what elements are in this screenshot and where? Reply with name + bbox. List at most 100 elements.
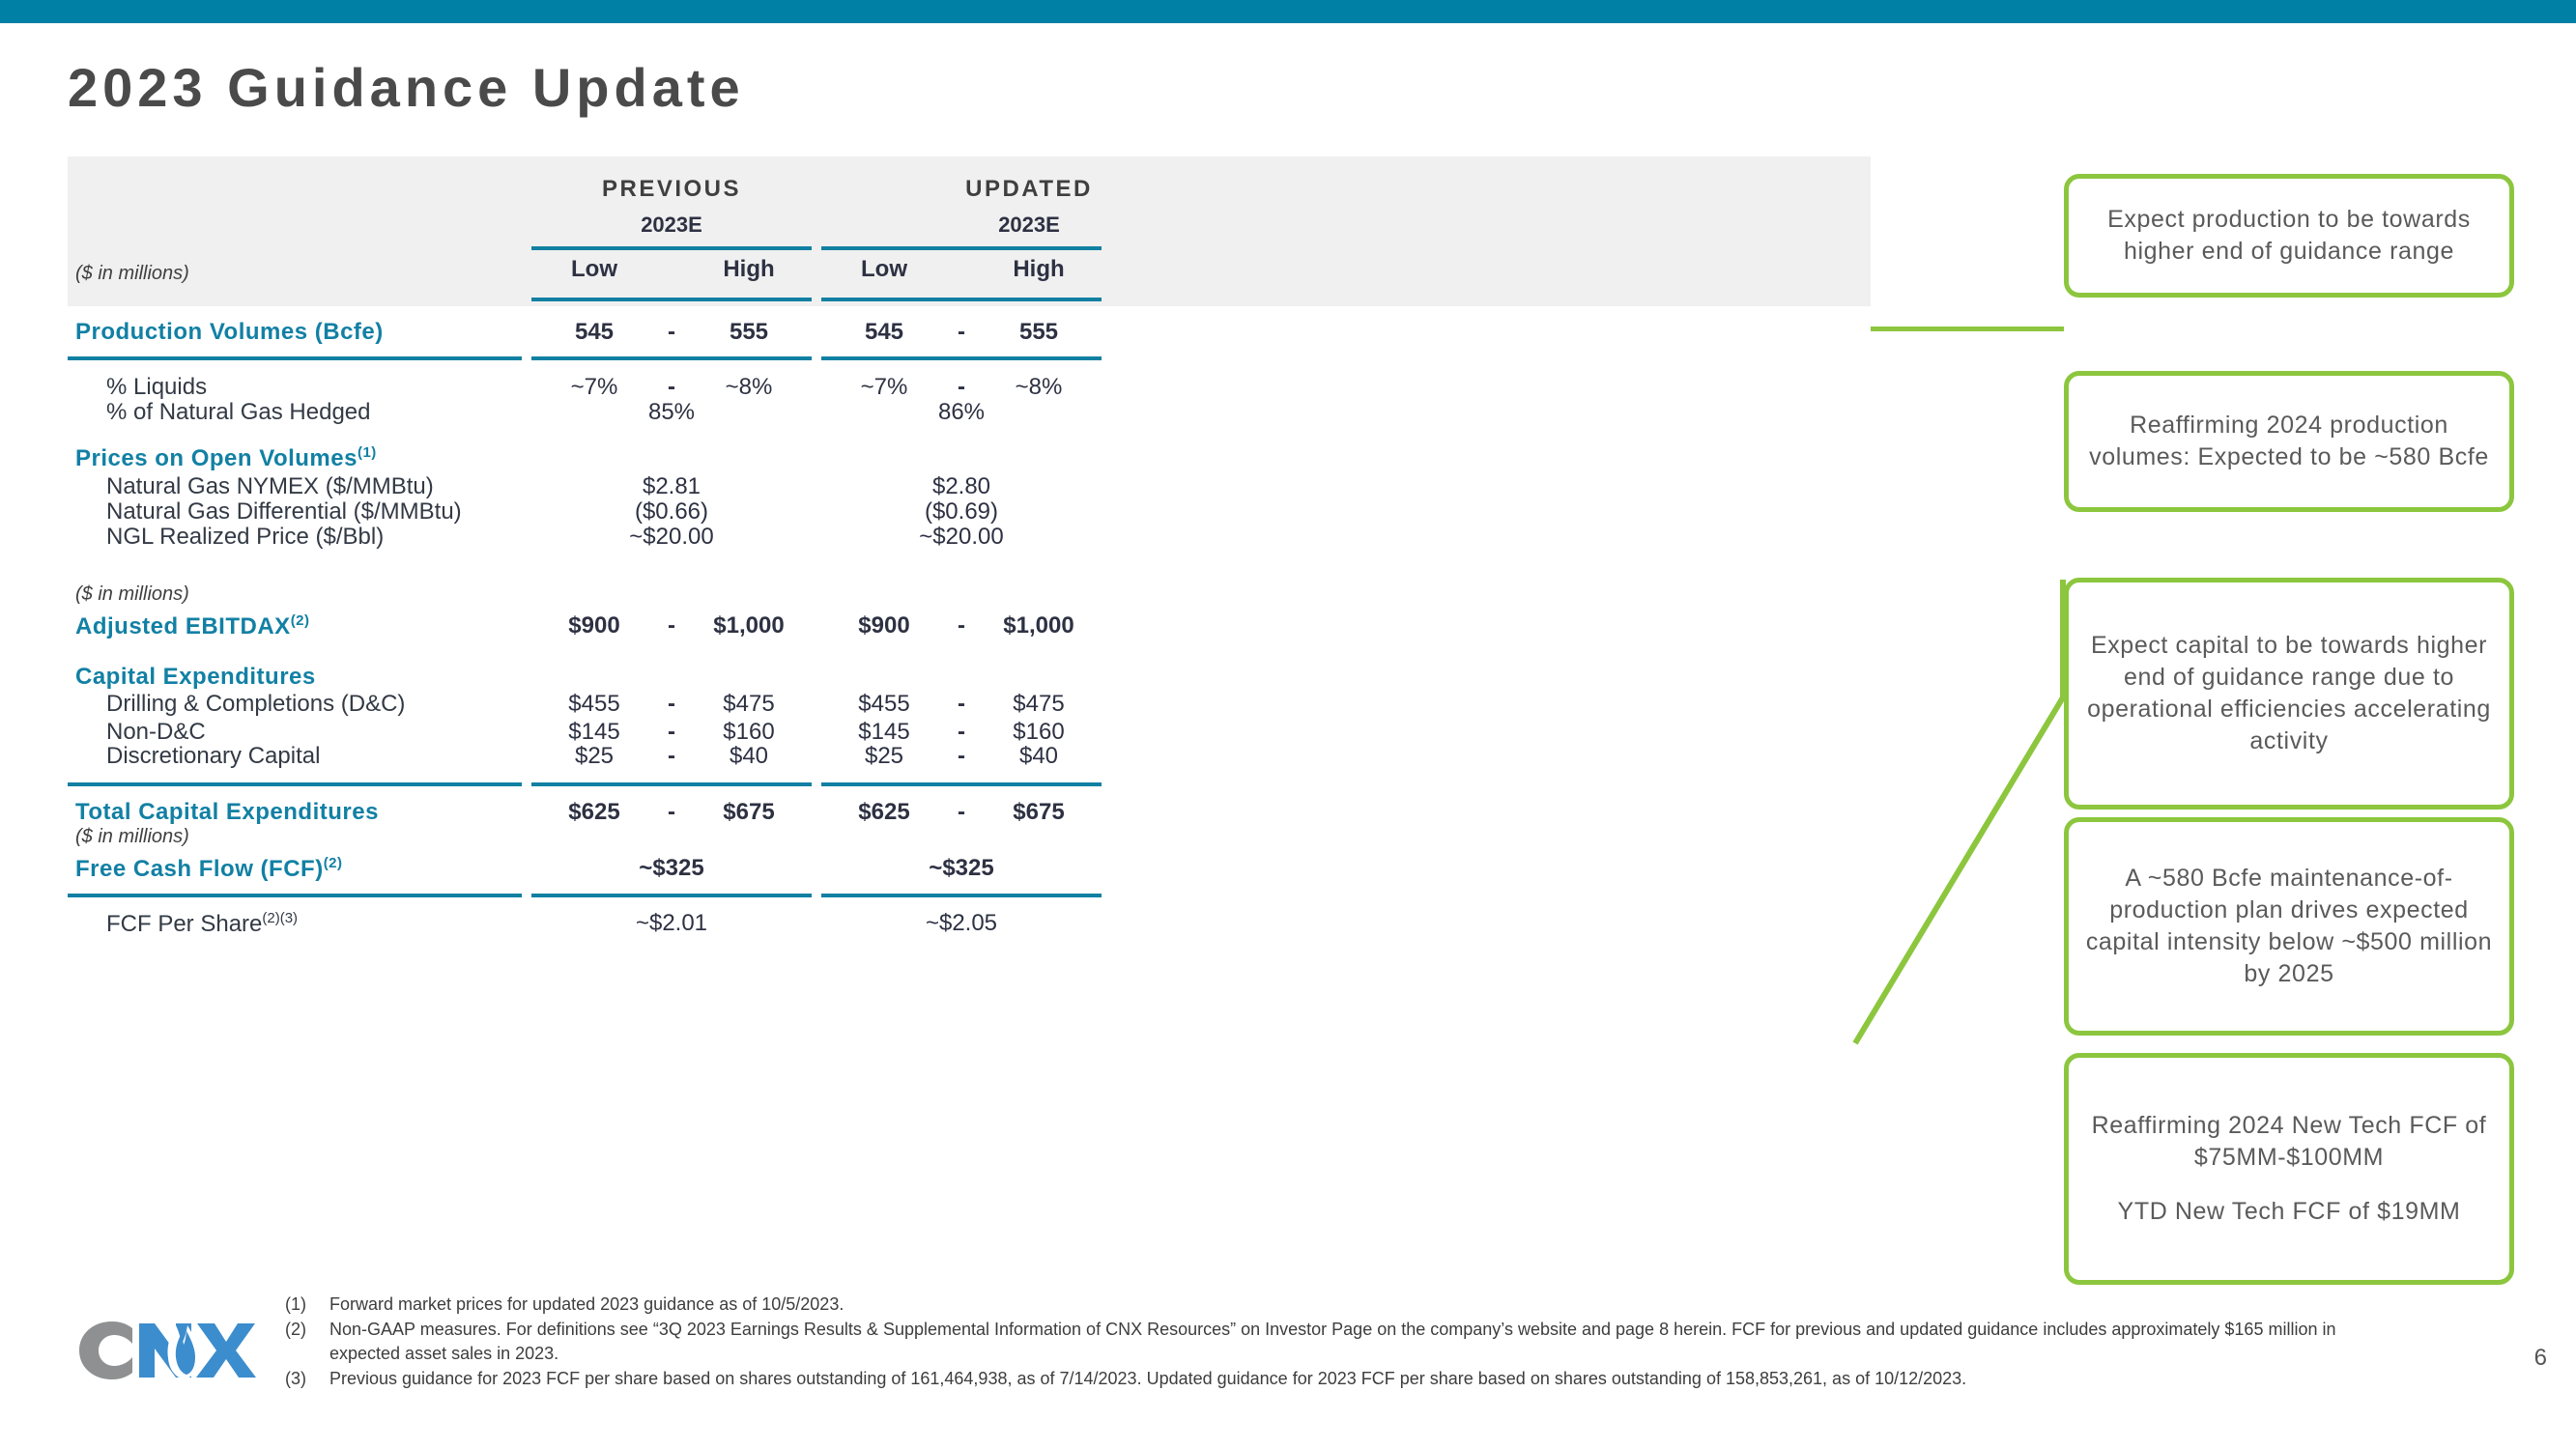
- dash-nondc-upd: -: [958, 719, 965, 745]
- cell-hedged-prev: 85%: [647, 399, 696, 425]
- cell-ebitdax-upd-low: $900: [858, 612, 910, 639]
- cell-dc-prev-low: $455: [568, 691, 620, 717]
- footnote-number: (2): [285, 1319, 306, 1339]
- footnote-3: (3) Previous guidance for 2023 FCF per s…: [285, 1367, 2391, 1392]
- callout-2024-production-volumes: Reaffirming 2024 production volumes: Exp…: [2064, 371, 2514, 512]
- footnote-1: (1) Forward market prices for updated 20…: [285, 1293, 2391, 1318]
- cell-liquids-prev-high: ~8%: [725, 374, 773, 400]
- dash-totalcapex-prev: -: [668, 799, 675, 825]
- cell-prod-upd-low: 545: [864, 319, 904, 345]
- cell-disc-upd-low: $25: [864, 743, 904, 769]
- cell-ebitdax-upd-high: $1,000: [1003, 612, 1074, 639]
- cell-totalcapex-prev-high: $675: [723, 799, 775, 825]
- column-header-upd-low: Low: [861, 256, 907, 282]
- cell-totalcapex-upd-high: $675: [1013, 799, 1065, 825]
- footnote-text: Previous guidance for 2023 FCF per share…: [329, 1368, 1967, 1388]
- dash-prod-upd: -: [958, 319, 965, 345]
- rule-under-year-previous: [531, 246, 812, 250]
- footnote-text: Non-GAAP measures. For definitions see “…: [329, 1319, 2336, 1364]
- footnote-ref-2a: (2): [290, 612, 310, 629]
- cell-ebitdax-prev-low: $900: [568, 612, 620, 639]
- row-label-fcf-per-share: FCF Per Share(2)(3): [106, 910, 299, 937]
- rule-total-capex-previous: [531, 782, 812, 786]
- callout-capital-intensity: A ~580 Bcfe maintenance-of-production pl…: [2064, 817, 2514, 1036]
- cell-fcf-prev: ~$325: [639, 855, 704, 881]
- group-year-previous: 2023E: [641, 213, 702, 237]
- connector-line-production: [1871, 327, 2064, 331]
- cell-nondc-prev-low: $145: [568, 719, 620, 745]
- callout-text: A ~580 Bcfe maintenance-of-production pl…: [2085, 864, 2493, 988]
- dash-totalcapex-upd: -: [958, 799, 965, 825]
- cell-nondc-upd-high: $160: [1013, 719, 1065, 745]
- cell-differential-prev: ($0.66): [634, 498, 709, 525]
- row-label-non-dc: Non-D&C: [106, 719, 206, 745]
- dash-nondc-prev: -: [668, 719, 675, 745]
- cell-fcfps-upd: ~$2.05: [925, 910, 998, 936]
- footnotes: (1) Forward market prices for updated 20…: [285, 1293, 2391, 1391]
- column-header-upd-high: High: [1013, 256, 1065, 282]
- rule-production-updated: [821, 356, 1102, 360]
- page-title: 2023 Guidance Update: [68, 57, 745, 118]
- rule-under-colhdr-updated: [821, 298, 1102, 301]
- cell-differential-upd: ($0.69): [924, 498, 999, 525]
- row-label-adjusted-ebitdax: Adjusted EBITDAX(2): [75, 612, 310, 639]
- group-year-updated: 2023E: [998, 213, 1060, 237]
- cell-nymex-prev: $2.81: [642, 473, 701, 499]
- dash-ebitdax-prev: -: [668, 612, 675, 639]
- group-header-updated: UPDATED: [965, 176, 1093, 202]
- rule-total-capex-label: [68, 782, 522, 786]
- callout-production-guidance: Expect production to be towards higher e…: [2064, 174, 2514, 298]
- callout-capital-guidance: Expect capital to be towards higher end …: [2064, 578, 2514, 810]
- logo-letter-c: [79, 1321, 132, 1379]
- cell-disc-upd-high: $40: [1018, 743, 1059, 769]
- row-label-total-capital-expenditures: Total Capital Expenditures: [75, 799, 379, 825]
- cell-totalcapex-prev-low: $625: [568, 799, 620, 825]
- callout-text-line2: YTD New Tech FCF of $19MM: [2117, 1197, 2461, 1225]
- connector-line-capital: [1852, 580, 2066, 1045]
- dash-disc-upd: -: [958, 743, 965, 769]
- cell-disc-prev-high: $40: [729, 743, 769, 769]
- units-label-1: ($ in millions): [75, 263, 189, 284]
- column-header-prev-low: Low: [571, 256, 617, 282]
- rule-production-previous: [531, 356, 812, 360]
- row-label-capital-expenditures: Capital Expenditures: [75, 664, 316, 690]
- dash-liquids-upd: -: [958, 374, 965, 400]
- row-label-drilling-completions: Drilling & Completions (D&C): [106, 691, 406, 717]
- cell-ngl-prev: ~$20.00: [629, 524, 714, 550]
- cell-liquids-upd-high: ~8%: [1015, 374, 1063, 400]
- callout-text: Reaffirming 2024 production volumes: Exp…: [2089, 411, 2489, 470]
- rule-fcf-label: [68, 894, 522, 897]
- footnote-ref-2b: (2): [323, 855, 343, 871]
- guidance-table: PREVIOUS UPDATED 2023E 2023E ($ in milli…: [68, 156, 1871, 1263]
- cell-totalcapex-upd-low: $625: [858, 799, 910, 825]
- rule-under-colhdr-previous: [531, 298, 812, 301]
- units-label-3: ($ in millions): [75, 826, 189, 847]
- callout-text: Expect production to be towards higher e…: [2107, 205, 2471, 265]
- dash-ebitdax-upd: -: [958, 612, 965, 639]
- cell-liquids-prev-low: ~7%: [570, 374, 618, 400]
- logo-letter-x: [196, 1323, 256, 1378]
- cell-dc-upd-high: $475: [1013, 691, 1065, 717]
- cell-fcfps-prev: ~$2.01: [635, 910, 708, 936]
- cell-ngl-upd: ~$20.00: [919, 524, 1004, 550]
- callout-text: Expect capital to be towards higher end …: [2087, 631, 2491, 755]
- cell-nymex-upd: $2.80: [931, 473, 991, 499]
- cell-fcf-upd: ~$325: [929, 855, 994, 881]
- units-label-2: ($ in millions): [75, 583, 189, 605]
- cell-ebitdax-prev-high: $1,000: [713, 612, 785, 639]
- footnote-2: (2) Non-GAAP measures. For definitions s…: [285, 1318, 2391, 1367]
- dash-prod-prev: -: [668, 319, 675, 345]
- row-label-pct-liquids: % Liquids: [106, 374, 208, 400]
- row-label-production-volumes: Production Volumes (Bcfe): [75, 319, 384, 345]
- cell-dc-prev-high: $475: [723, 691, 775, 717]
- rule-production-label: [68, 356, 522, 360]
- row-label-nymex: Natural Gas NYMEX ($/MMBtu): [106, 473, 434, 499]
- cell-dc-upd-low: $455: [858, 691, 910, 717]
- footnote-number: (3): [285, 1368, 306, 1388]
- footnote-ref-23: (2)(3): [262, 910, 299, 926]
- page-number: 6: [2533, 1345, 2547, 1371]
- footnote-text: Forward market prices for updated 2023 g…: [329, 1294, 844, 1314]
- dash-liquids-prev: -: [668, 374, 675, 400]
- dash-disc-prev: -: [668, 743, 675, 769]
- group-header-previous: PREVIOUS: [601, 176, 742, 202]
